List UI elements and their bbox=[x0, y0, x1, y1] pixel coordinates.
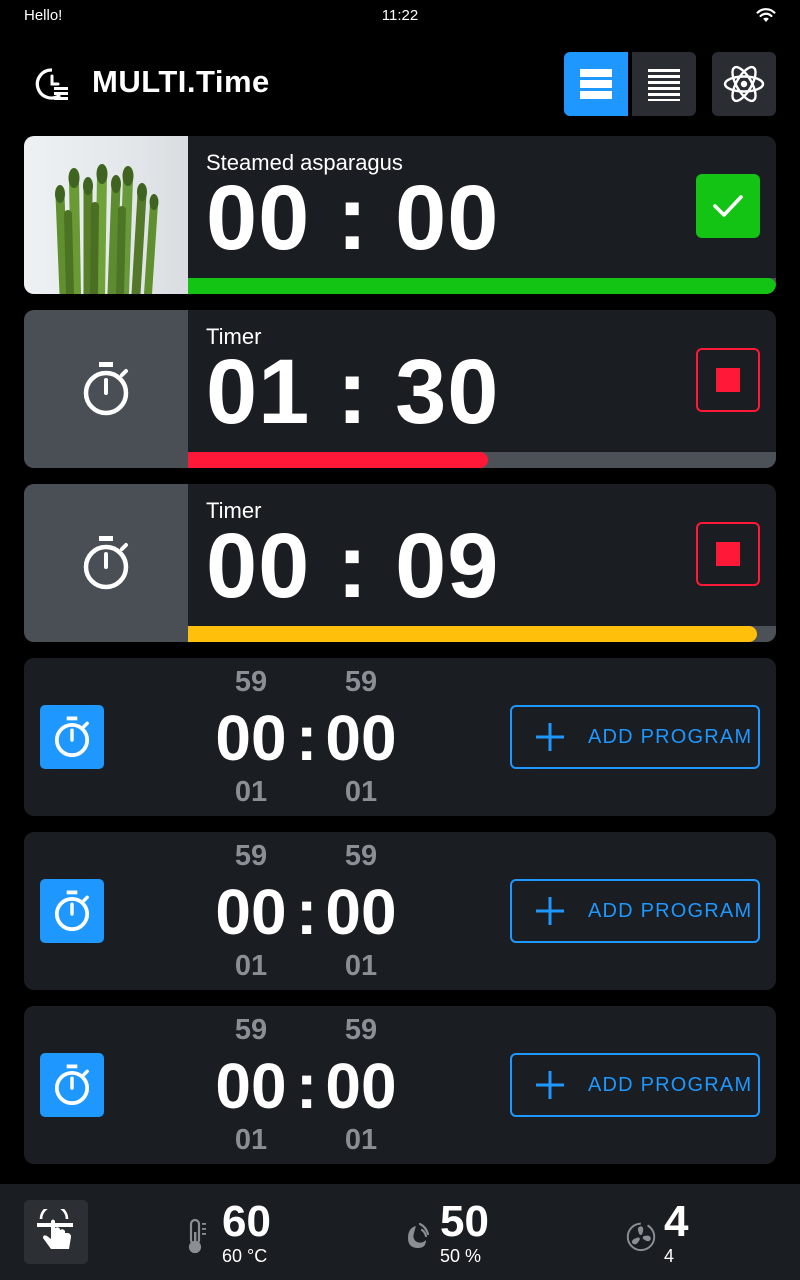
atom-mode-button[interactable] bbox=[712, 52, 776, 116]
empty-timer-card-3: 59 00 01 : 59 00 01 ADD PROGRAM bbox=[24, 1006, 776, 1164]
hours-previous[interactable]: 59 bbox=[206, 1014, 296, 1047]
hand-touch-icon bbox=[37, 1209, 73, 1249]
stopwatch-icon bbox=[54, 716, 90, 758]
stopwatch-icon bbox=[83, 362, 129, 416]
hours-previous[interactable]: 59 bbox=[206, 840, 296, 873]
hours-picker[interactable]: 00 bbox=[206, 702, 296, 774]
empty-timer-card-2: 59 00 01 : 59 00 01 ADD PROGRAM bbox=[24, 832, 776, 990]
timer-mode-button[interactable] bbox=[40, 879, 104, 943]
add-program-label: ADD PROGRAM bbox=[588, 725, 753, 748]
time-separator: : bbox=[296, 1050, 318, 1122]
program-done-button[interactable] bbox=[696, 174, 760, 238]
minutes-picker[interactable]: 00 bbox=[316, 1050, 406, 1122]
app-title: MULTI.Time bbox=[92, 64, 270, 99]
minutes-next[interactable]: 01 bbox=[316, 950, 406, 983]
hours-previous[interactable]: 59 bbox=[206, 666, 296, 699]
minutes-next[interactable]: 01 bbox=[316, 1124, 406, 1157]
progress-fill bbox=[188, 626, 757, 642]
thermometer-icon bbox=[188, 1218, 206, 1254]
add-program-button[interactable]: ADD PROGRAM bbox=[510, 1053, 760, 1117]
program-stop-button[interactable] bbox=[696, 348, 760, 412]
timer-thumbnail bbox=[24, 484, 188, 642]
temperature-setpoint: 60 °C bbox=[222, 1246, 268, 1266]
stopwatch-icon bbox=[54, 1064, 90, 1106]
minutes-previous[interactable]: 59 bbox=[316, 1014, 406, 1047]
hours-picker[interactable]: 00 bbox=[206, 876, 296, 948]
hours-next[interactable]: 01 bbox=[206, 950, 296, 983]
app-header: MULTI.Time bbox=[0, 50, 800, 118]
checkmark-icon bbox=[713, 195, 743, 217]
minutes-next[interactable]: 01 bbox=[316, 776, 406, 809]
plus-icon bbox=[536, 723, 564, 751]
fan-speed-value: 4 bbox=[664, 1197, 689, 1246]
add-program-button[interactable]: ADD PROGRAM bbox=[510, 705, 760, 769]
plus-icon bbox=[536, 897, 564, 925]
stopwatch-icon bbox=[54, 890, 90, 932]
program-card-timer-1[interactable]: Timer 01 : 30 bbox=[24, 310, 776, 468]
program-stop-button[interactable] bbox=[696, 522, 760, 586]
minutes-previous[interactable]: 59 bbox=[316, 840, 406, 873]
hours-next[interactable]: 01 bbox=[206, 776, 296, 809]
bottom-status-bar: 60 60 °C 50 50 % 4 4 bbox=[0, 1184, 800, 1280]
temperature-value: 60 bbox=[222, 1197, 271, 1246]
program-progress-bar bbox=[188, 278, 776, 294]
program-card-asparagus[interactable]: Steamed asparagus 00 : 00 bbox=[24, 136, 776, 294]
program-remaining-time: 01 : 30 bbox=[206, 341, 500, 443]
stop-icon bbox=[716, 542, 740, 566]
timer-mode-button[interactable] bbox=[40, 705, 104, 769]
atom-icon bbox=[723, 65, 765, 103]
asparagus-image-icon bbox=[55, 164, 159, 294]
humidity-setpoint: 50 % bbox=[440, 1246, 482, 1266]
status-clock: 11:22 bbox=[381, 7, 419, 24]
compact-list-icon bbox=[648, 69, 680, 101]
program-remaining-time: 00 : 00 bbox=[206, 167, 500, 269]
progress-fill bbox=[188, 452, 488, 468]
add-program-label: ADD PROGRAM bbox=[588, 1073, 753, 1096]
add-program-label: ADD PROGRAM bbox=[588, 899, 753, 922]
compact-view-button[interactable] bbox=[632, 52, 696, 116]
multi-time-logo-icon bbox=[35, 68, 68, 100]
plus-icon bbox=[536, 1071, 564, 1099]
large-view-button[interactable] bbox=[564, 52, 628, 116]
stopwatch-icon bbox=[83, 536, 129, 590]
time-separator: : bbox=[296, 702, 318, 774]
hours-picker[interactable]: 00 bbox=[206, 1050, 296, 1122]
minutes-picker[interactable]: 00 bbox=[316, 702, 406, 774]
timer-mode-button[interactable] bbox=[40, 1053, 104, 1117]
minutes-picker[interactable]: 00 bbox=[316, 876, 406, 948]
hours-next[interactable]: 01 bbox=[206, 1124, 296, 1157]
time-separator: : bbox=[296, 876, 318, 948]
program-progress-bar bbox=[188, 626, 776, 642]
progress-fill bbox=[188, 278, 776, 294]
add-program-button[interactable]: ADD PROGRAM bbox=[510, 879, 760, 943]
asparagus-photo bbox=[24, 136, 188, 294]
minutes-previous[interactable]: 59 bbox=[316, 666, 406, 699]
fan-speed-setpoint: 4 bbox=[664, 1246, 675, 1266]
humidity-icon bbox=[408, 1222, 430, 1248]
humidity-value: 50 bbox=[440, 1197, 489, 1246]
program-remaining-time: 00 : 09 bbox=[206, 515, 500, 617]
timer-thumbnail bbox=[24, 310, 188, 468]
stop-icon bbox=[716, 368, 740, 392]
program-card-timer-2[interactable]: Timer 00 : 09 bbox=[24, 484, 776, 642]
status-bar: Hello! 11:22 bbox=[0, 0, 800, 32]
large-list-icon bbox=[580, 69, 612, 99]
wifi-icon bbox=[756, 8, 776, 22]
fan-icon bbox=[626, 1222, 656, 1252]
empty-timer-card-1: 59 00 01 : 59 00 01 ADD PROGRAM bbox=[24, 658, 776, 816]
touch-mode-button[interactable] bbox=[24, 1200, 88, 1264]
program-progress-bar bbox=[188, 452, 776, 468]
